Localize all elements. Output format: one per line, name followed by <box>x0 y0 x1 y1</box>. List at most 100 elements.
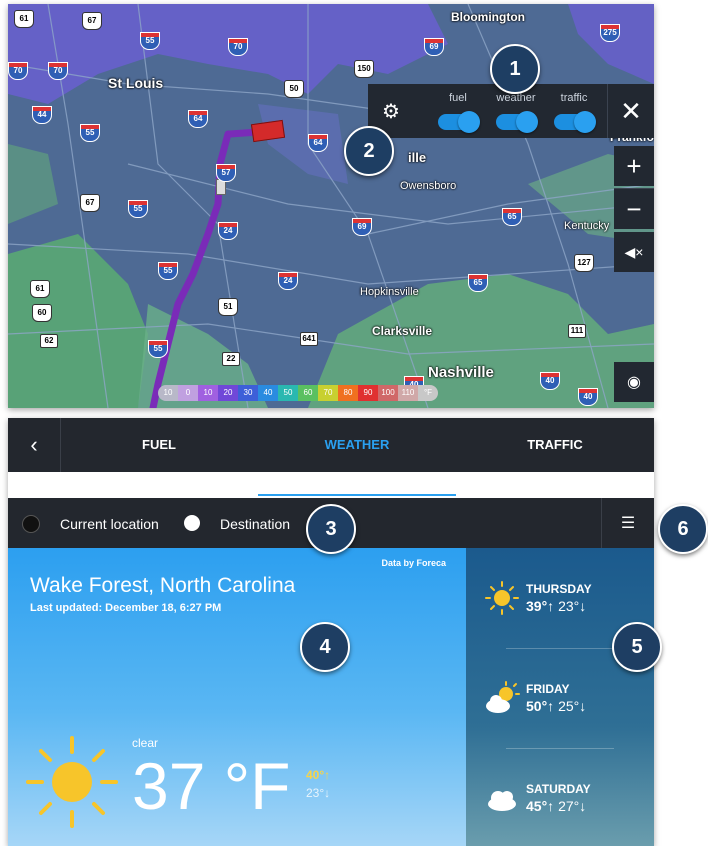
legend-step: 70 <box>318 385 338 401</box>
tab-fuel[interactable]: FUEL <box>60 418 258 472</box>
current-weather: Data by Foreca Wake Forest, North Caroli… <box>8 548 466 846</box>
forecast-day: SATURDAY 45°↑ 27°↓ <box>466 782 654 846</box>
forecast-day-name: SATURDAY <box>526 782 591 796</box>
route-shield: 55 <box>158 262 178 280</box>
traffic-toggle[interactable]: traffic <box>544 84 604 138</box>
map-background <box>8 4 654 408</box>
zoom-in-button[interactable]: + <box>614 146 654 186</box>
route-shield: 40 <box>578 388 598 406</box>
route-shield: 61 <box>14 10 34 28</box>
low-temperature: 23°↓ <box>306 786 331 800</box>
route-shield: 40 <box>540 372 560 390</box>
route-shield: 65 <box>468 274 488 292</box>
route-shield: 69 <box>352 218 372 236</box>
route-shield: 44 <box>32 106 52 124</box>
city-label: St Louis <box>108 75 164 91</box>
forecast-high: 39°↑ <box>526 598 555 614</box>
route-shield: 69 <box>424 38 444 56</box>
city-label: Kentucky <box>564 220 610 232</box>
legend-step: 90 <box>358 385 378 401</box>
recenter-location-icon[interactable]: ◉ <box>614 362 654 402</box>
tab-traffic[interactable]: TRAFFIC <box>456 418 654 472</box>
fuel-toggle[interactable]: fuel <box>428 84 488 138</box>
route-shield: 55 <box>148 340 168 358</box>
tab-bar: ‹ FUEL WEATHER TRAFFIC <box>8 418 654 472</box>
callout-badge: 2 <box>344 126 394 176</box>
divider <box>506 748 614 749</box>
destination-radio[interactable] <box>184 515 200 531</box>
route-shield: 70 <box>48 62 68 80</box>
route-shield: 55 <box>80 124 100 142</box>
current-location-label: Current location <box>60 516 159 532</box>
city-label: Owensboro <box>400 180 457 192</box>
last-updated: Last updated: December 18, 6:27 PM <box>30 602 222 614</box>
route-shield: 55 <box>128 200 148 218</box>
route-shield: 61 <box>30 280 50 298</box>
route-shield: 641 <box>300 332 318 346</box>
legend-step: 20 <box>218 385 238 401</box>
route-shield: 150 <box>354 60 374 78</box>
forecast-temps: 50°↑ 25°↓ <box>526 698 586 714</box>
route-shield: 22 <box>222 352 240 366</box>
close-icon[interactable]: ✕ <box>607 84 654 138</box>
callout-badge: 3 <box>306 504 356 554</box>
callout-badge: 4 <box>300 622 350 672</box>
legend-step: 110 <box>398 385 418 401</box>
temperature-legend: 10 0 10 20 30 40 50 60 70 80 90 100 110 … <box>158 385 438 401</box>
forecast-day-name: THURSDAY <box>526 582 592 596</box>
legend-step: 100 <box>378 385 398 401</box>
map-view[interactable]: Bloomington St Louis ille Owensboro Kent… <box>8 4 654 408</box>
sun-icon <box>485 581 519 615</box>
back-chevron-icon[interactable]: ‹ <box>8 418 61 472</box>
legend-step: 0 <box>178 385 198 401</box>
route-shield: 62 <box>40 334 58 348</box>
forecast-temps: 45°↑ 27°↓ <box>526 798 586 814</box>
forecast-high: 45°↑ <box>526 798 555 814</box>
destination-label: Destination <box>220 516 291 532</box>
high-temperature: 40°↑ <box>306 768 331 782</box>
route-shield: 65 <box>502 208 522 226</box>
city-label: Clarksville <box>372 324 433 338</box>
forecast-low: 27°↓ <box>558 798 587 814</box>
route-shield: 127 <box>574 254 594 272</box>
route-shield: 60 <box>32 304 52 322</box>
route-shield: 55 <box>140 32 160 50</box>
forecast-high: 50°↑ <box>526 698 555 714</box>
route-shield: 24 <box>278 272 298 290</box>
legend-step: 80 <box>338 385 358 401</box>
divider <box>506 648 614 649</box>
legend-step: 40 <box>258 385 278 401</box>
location-name: Wake Forest, North Carolina <box>30 574 296 597</box>
legend-step: 50 <box>278 385 298 401</box>
zoom-out-button[interactable]: − <box>614 188 654 229</box>
legend-step: 30 <box>238 385 258 401</box>
current-location-radio[interactable] <box>22 515 40 533</box>
city-label: Bloomington <box>451 10 525 24</box>
legend-step: 10 <box>158 385 178 401</box>
tab-weather[interactable]: WEATHER <box>258 418 456 472</box>
route-shield: 275 <box>600 24 620 42</box>
traffic-toggle-label: traffic <box>560 92 588 104</box>
forecast-list: THURSDAY 39°↑ 23°↓ FRIDAY 50°↑ 25°↓ SATU… <box>466 548 654 846</box>
route-shield: 24 <box>218 222 238 240</box>
forecast-low: 25°↓ <box>558 698 587 714</box>
route-shield: 111 <box>568 324 586 338</box>
weather-toggle-knob <box>516 111 538 133</box>
callout-badge: 5 <box>612 622 662 672</box>
legend-step: 10 <box>198 385 218 401</box>
city-label: ille <box>408 150 427 165</box>
traffic-toggle-knob <box>574 111 596 133</box>
city-label: Hopkinsville <box>360 286 419 298</box>
fuel-toggle-knob <box>458 111 480 133</box>
cloud-icon <box>488 791 516 811</box>
forecast-day-name: FRIDAY <box>526 682 570 696</box>
filter-settings-icon[interactable]: ☰ <box>601 498 654 548</box>
route-shield: 70 <box>228 38 248 56</box>
route-shield: 67 <box>80 194 100 212</box>
route-shield: 50 <box>284 80 304 98</box>
mute-icon[interactable]: ◀× <box>614 232 654 272</box>
fuel-toggle-label: fuel <box>449 92 467 104</box>
data-source: Data by Foreca <box>381 558 446 568</box>
sun-icon <box>26 736 118 828</box>
city-label: Nashville <box>428 364 494 381</box>
